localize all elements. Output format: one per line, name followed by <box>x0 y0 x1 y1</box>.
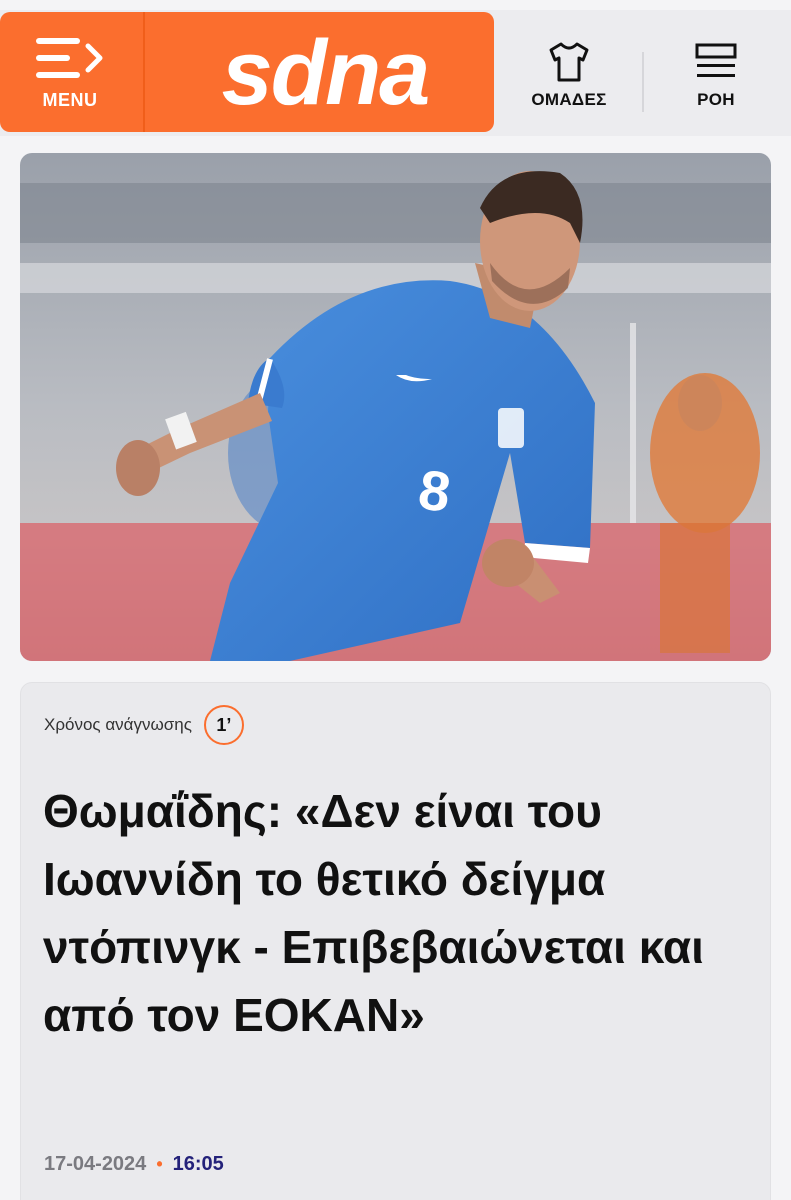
nav-divider <box>642 52 644 112</box>
teams-label: ΟΜΑΔΕΣ <box>531 90 607 109</box>
article-meta: 17-04-2024 • 16:05 <box>44 1153 224 1176</box>
logo-text: sdna <box>222 24 429 120</box>
read-time-label: Χρόνος ανάγνωσης <box>44 715 192 734</box>
feed-button[interactable]: ΡΟΗ <box>660 30 772 120</box>
menu-label: MENU <box>42 89 98 110</box>
feed-label: ΡΟΗ <box>697 90 735 109</box>
site-header: MENU sdna ΟΜΑΔΕΣ ΡΟΗ <box>0 10 791 136</box>
article-card[interactable]: Χρόνος ανάγνωσης 1’ Θωμαΐδης: «Δεν είναι… <box>20 682 771 1200</box>
feed-lines-icon <box>695 43 737 77</box>
meta-separator: • <box>156 1154 163 1174</box>
menu-button[interactable]: MENU <box>0 12 140 132</box>
menu-arrow-icon <box>36 37 103 78</box>
player-photo: 8 <box>20 153 771 661</box>
brand-bar: MENU sdna <box>0 12 494 132</box>
read-time-badge: 1’ <box>203 705 244 745</box>
jersey-icon <box>549 42 589 82</box>
hero-image[interactable]: 8 <box>20 153 771 661</box>
brand-divider <box>143 12 145 132</box>
article-date: 17-04-2024 <box>44 1153 147 1175</box>
article-headline[interactable]: Θωμαΐδης: «Δεν είναι του Ιωαννίδη το θετ… <box>43 777 755 1049</box>
article-time: 16:05 <box>172 1153 224 1175</box>
read-time: Χρόνος ανάγνωσης 1’ <box>44 705 244 745</box>
teams-button[interactable]: ΟΜΑΔΕΣ <box>514 30 624 120</box>
sdna-logo[interactable]: sdna <box>185 24 465 120</box>
